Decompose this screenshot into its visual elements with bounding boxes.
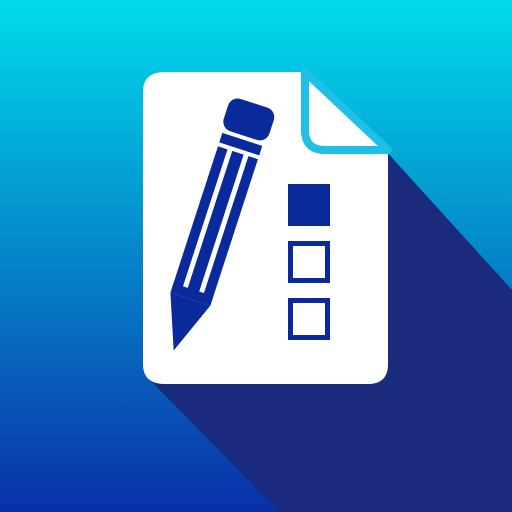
app-icon [0, 0, 512, 512]
checkbox-checked [288, 184, 330, 226]
